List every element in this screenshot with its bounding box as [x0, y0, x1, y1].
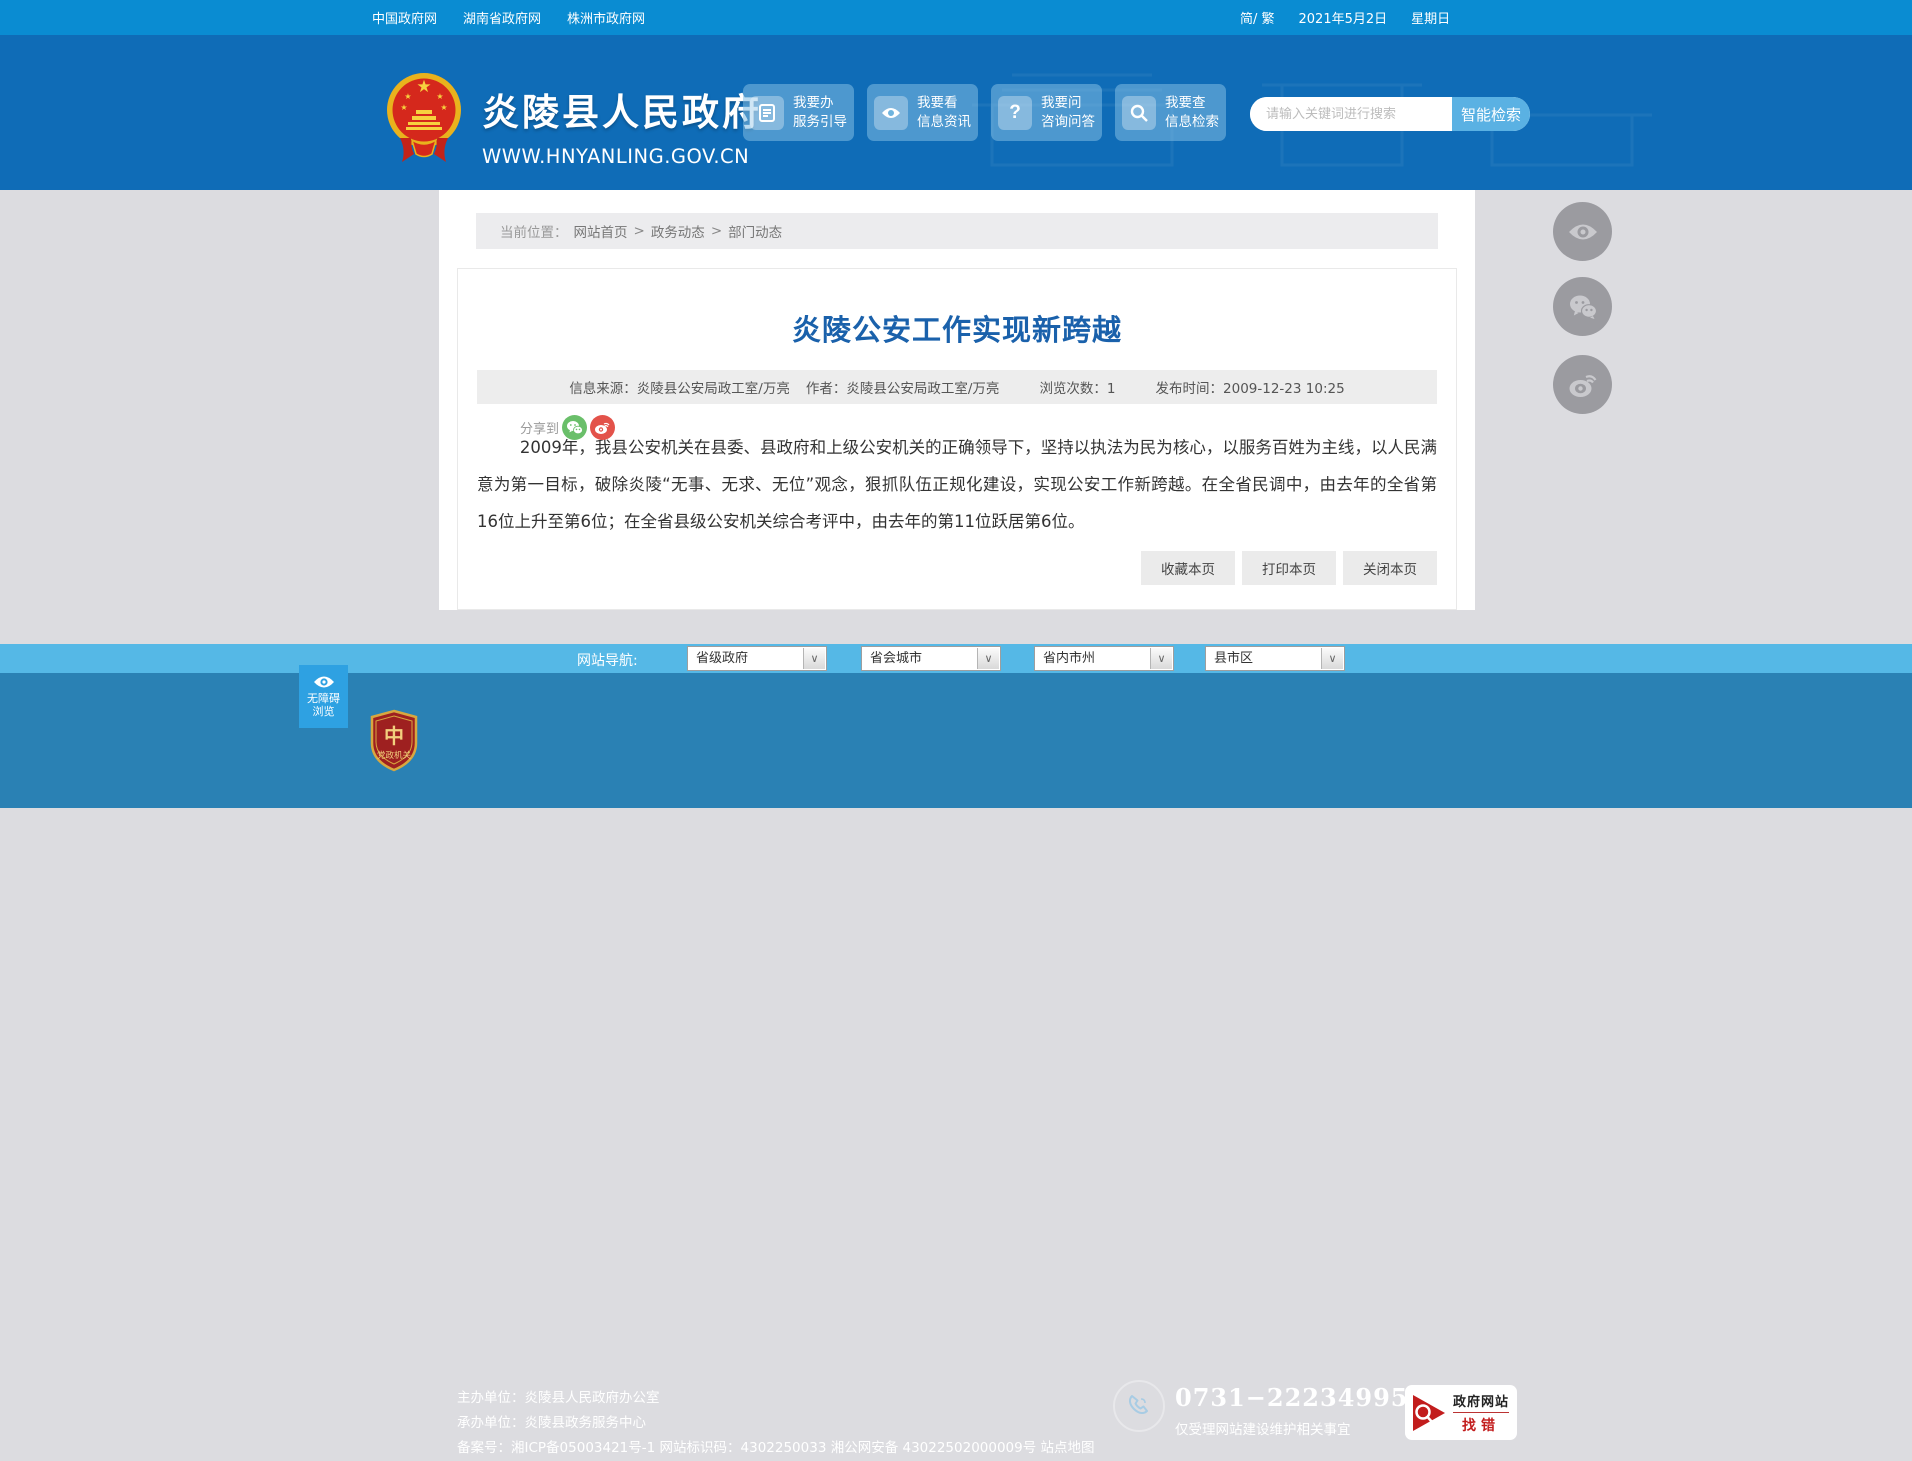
link-hunan-gov[interactable]: 湖南省政府网 — [463, 8, 541, 27]
top-bar: 中国政府网 湖南省政府网 株洲市政府网 简/ 繁 2021年5月2日 星期日 — [0, 0, 1912, 35]
info-news-button[interactable]: 我要看 信息资讯 — [867, 84, 978, 141]
weibo-icon — [1569, 375, 1596, 397]
contact-phone-note: 仅受理网站建设维护相关事宜 — [1175, 1422, 1351, 1438]
service-guide-label: 我要办 服务引导 — [793, 94, 847, 129]
print-page-button[interactable]: 打印本页 — [1242, 551, 1336, 585]
organizer-unit-line: 承办单位：炎陵县政务服务中心 — [457, 1415, 646, 1431]
svg-text:★: ★ — [436, 92, 443, 101]
breadcrumb-home[interactable]: 网站首页 — [574, 221, 628, 241]
breadcrumb-bumen[interactable]: 部门动态 — [728, 221, 782, 241]
error-report-icon — [1413, 1394, 1445, 1431]
site-url: WWW.HNYANLING.GOV.CN — [482, 145, 750, 168]
current-weekday: 星期日 — [1411, 12, 1451, 27]
province-cities-select[interactable]: 省内市州 — [1035, 647, 1173, 670]
counties-select[interactable]: 县市区 — [1206, 647, 1344, 670]
site-nav-strip: 网站导航: 省级政府 省会城市 省内市州 县市区 — [0, 644, 1912, 673]
ask-question-button[interactable]: ? 我要问 咨询问答 — [991, 84, 1102, 141]
svg-text:中: 中 — [384, 724, 404, 748]
icp-record-line[interactable]: 备案号：湘ICP备05003421号-1 网站标识码：4302250033 湘公… — [457, 1436, 1095, 1461]
phone-icon — [1113, 1380, 1165, 1432]
gov-site-error-report-badge[interactable]: 政府网站 找错 — [1405, 1385, 1517, 1440]
article-actions: 收藏本页 打印本页 关闭本页 — [1141, 551, 1437, 585]
wechat-float-button[interactable] — [1553, 277, 1612, 336]
capital-cities-select[interactable]: 省会城市 — [862, 647, 1000, 670]
select-counties: 县市区 — [1205, 646, 1345, 671]
service-guide-button[interactable]: 我要办 服务引导 — [743, 84, 854, 141]
info-search-label: 我要查 信息检索 — [1165, 94, 1219, 129]
article-source: 信息来源：炎陵县公安局政工室/万亮 — [569, 381, 790, 397]
article-source-author: 信息来源：炎陵县公安局政工室/万亮 作者：炎陵县公安局政工室/万亮 — [569, 377, 999, 397]
search-input[interactable] — [1250, 97, 1452, 131]
eye-icon — [874, 95, 908, 130]
wechat-icon — [1569, 295, 1597, 319]
site-identity: 炎陵县人民政府 WWW.HNYANLING.GOV.CN — [482, 82, 762, 168]
accessibility-label: 无障碍 浏览 — [307, 692, 340, 718]
svg-text:★: ★ — [440, 103, 447, 112]
link-china-gov[interactable]: 中国政府网 — [372, 8, 437, 27]
eye-icon — [1568, 224, 1597, 239]
breadcrumb: 当前位置： 网站首页 > 政务动态 > 部门动态 — [476, 213, 1438, 249]
site-nav-label: 网站导航: — [577, 653, 638, 669]
national-emblem-logo: ★ ★ ★ ★ ★ — [387, 73, 461, 162]
article-author: 作者：炎陵县公安局政工室/万亮 — [805, 381, 1000, 397]
svg-text:★: ★ — [416, 77, 431, 97]
select-capital-cities: 省会城市 — [861, 646, 1001, 671]
smart-search-button[interactable]: 智能检索 — [1452, 97, 1530, 131]
contact-phone: 0731−22234995 — [1175, 1383, 1409, 1412]
site-title: 炎陵县人民政府 — [482, 91, 762, 134]
article-card: 炎陵公安工作实现新跨越 信息来源：炎陵县公安局政工室/万亮 作者：炎陵县公安局政… — [457, 268, 1457, 610]
error-report-text: 政府网站 找错 — [1453, 1391, 1509, 1435]
accessibility-float-button[interactable] — [1553, 202, 1612, 261]
site-search: 智能检索 — [1250, 97, 1530, 131]
article-publish-time: 发布时间：2009-12-23 10:25 — [1155, 381, 1345, 397]
provincial-gov-select[interactable]: 省级政府 — [688, 647, 826, 670]
page-footer: 主办单位：炎陵县人民政府办公室 承办单位：炎陵县政务服务中心 备案号：湘ICP备… — [0, 673, 1912, 1456]
close-page-button[interactable]: 关闭本页 — [1343, 551, 1437, 585]
article-meta-bar: 信息来源：炎陵县公安局政工室/万亮 作者：炎陵县公安局政工室/万亮 浏览次数：1… — [477, 370, 1437, 404]
eye-icon — [313, 676, 334, 688]
search-icon — [1122, 95, 1156, 130]
info-news-label: 我要看 信息资讯 — [917, 94, 971, 129]
gov-links: 中国政府网 湖南省政府网 株洲市政府网 — [372, 0, 645, 35]
svg-text:★: ★ — [404, 92, 411, 101]
question-icon: ? — [998, 95, 1032, 130]
share-weibo-icon[interactable] — [590, 415, 616, 440]
select-province-cities: 省内市州 — [1034, 646, 1174, 671]
topbar-right: 简/ 繁 2021年5月2日 星期日 — [1240, 0, 1450, 35]
article-body: 2009年，我县公安机关在县委、县政府和上级公安机关的正确领导下，坚持以执法为民… — [477, 438, 1437, 531]
host-unit-line: 主办单位：炎陵县人民政府办公室 — [457, 1390, 660, 1406]
document-icon — [750, 95, 784, 130]
share-widget: 分享到 — [520, 415, 616, 440]
bookmark-page-button[interactable]: 收藏本页 — [1141, 551, 1235, 585]
link-zhuzhou-gov[interactable]: 株洲市政府网 — [567, 8, 645, 27]
svg-text:党政机关: 党政机关 — [377, 750, 412, 761]
main-content-column: 当前位置： 网站首页 > 政务动态 > 部门动态 炎陵公安工作实现新跨越 信息来… — [439, 190, 1475, 610]
info-search-button[interactable]: 我要查 信息检索 — [1115, 84, 1226, 141]
ask-question-label: 我要问 咨询问答 — [1041, 94, 1095, 129]
lang-toggle[interactable]: 简/ 繁 — [1240, 8, 1275, 27]
breadcrumb-zhengwu[interactable]: 政务动态 — [651, 221, 705, 241]
accessibility-browse-button[interactable]: 无障碍 浏览 — [299, 665, 348, 728]
weibo-float-button[interactable] — [1553, 355, 1612, 414]
current-date: 2021年5月2日 — [1298, 12, 1388, 27]
select-provincial-gov: 省级政府 — [687, 646, 827, 671]
share-wechat-icon[interactable] — [562, 415, 588, 440]
article-title: 炎陵公安工作实现新跨越 — [791, 313, 1122, 347]
breadcrumb-separator: > — [710, 223, 723, 239]
share-label: 分享到 — [520, 422, 560, 437]
party-gov-badge[interactable]: 中 党政机关 — [368, 709, 420, 772]
breadcrumb-label: 当前位置： — [500, 225, 568, 241]
svg-text:★: ★ — [400, 103, 407, 112]
site-header: ★ ★ ★ ★ ★ 炎陵县人民政府 WWW.HNYANLING.GOV.CN 我… — [0, 35, 1912, 190]
quick-service-buttons: 我要办 服务引导 我要看 信息资讯 ? 我要问 咨询问答 我要查 信息检索 — [743, 84, 1226, 141]
breadcrumb-separator: > — [633, 223, 645, 239]
article-views: 浏览次数：1 — [1039, 381, 1116, 397]
footer-info: 主办单位：炎陵县人民政府办公室 承办单位：炎陵县政务服务中心 备案号：湘ICP备… — [457, 1386, 1095, 1461]
